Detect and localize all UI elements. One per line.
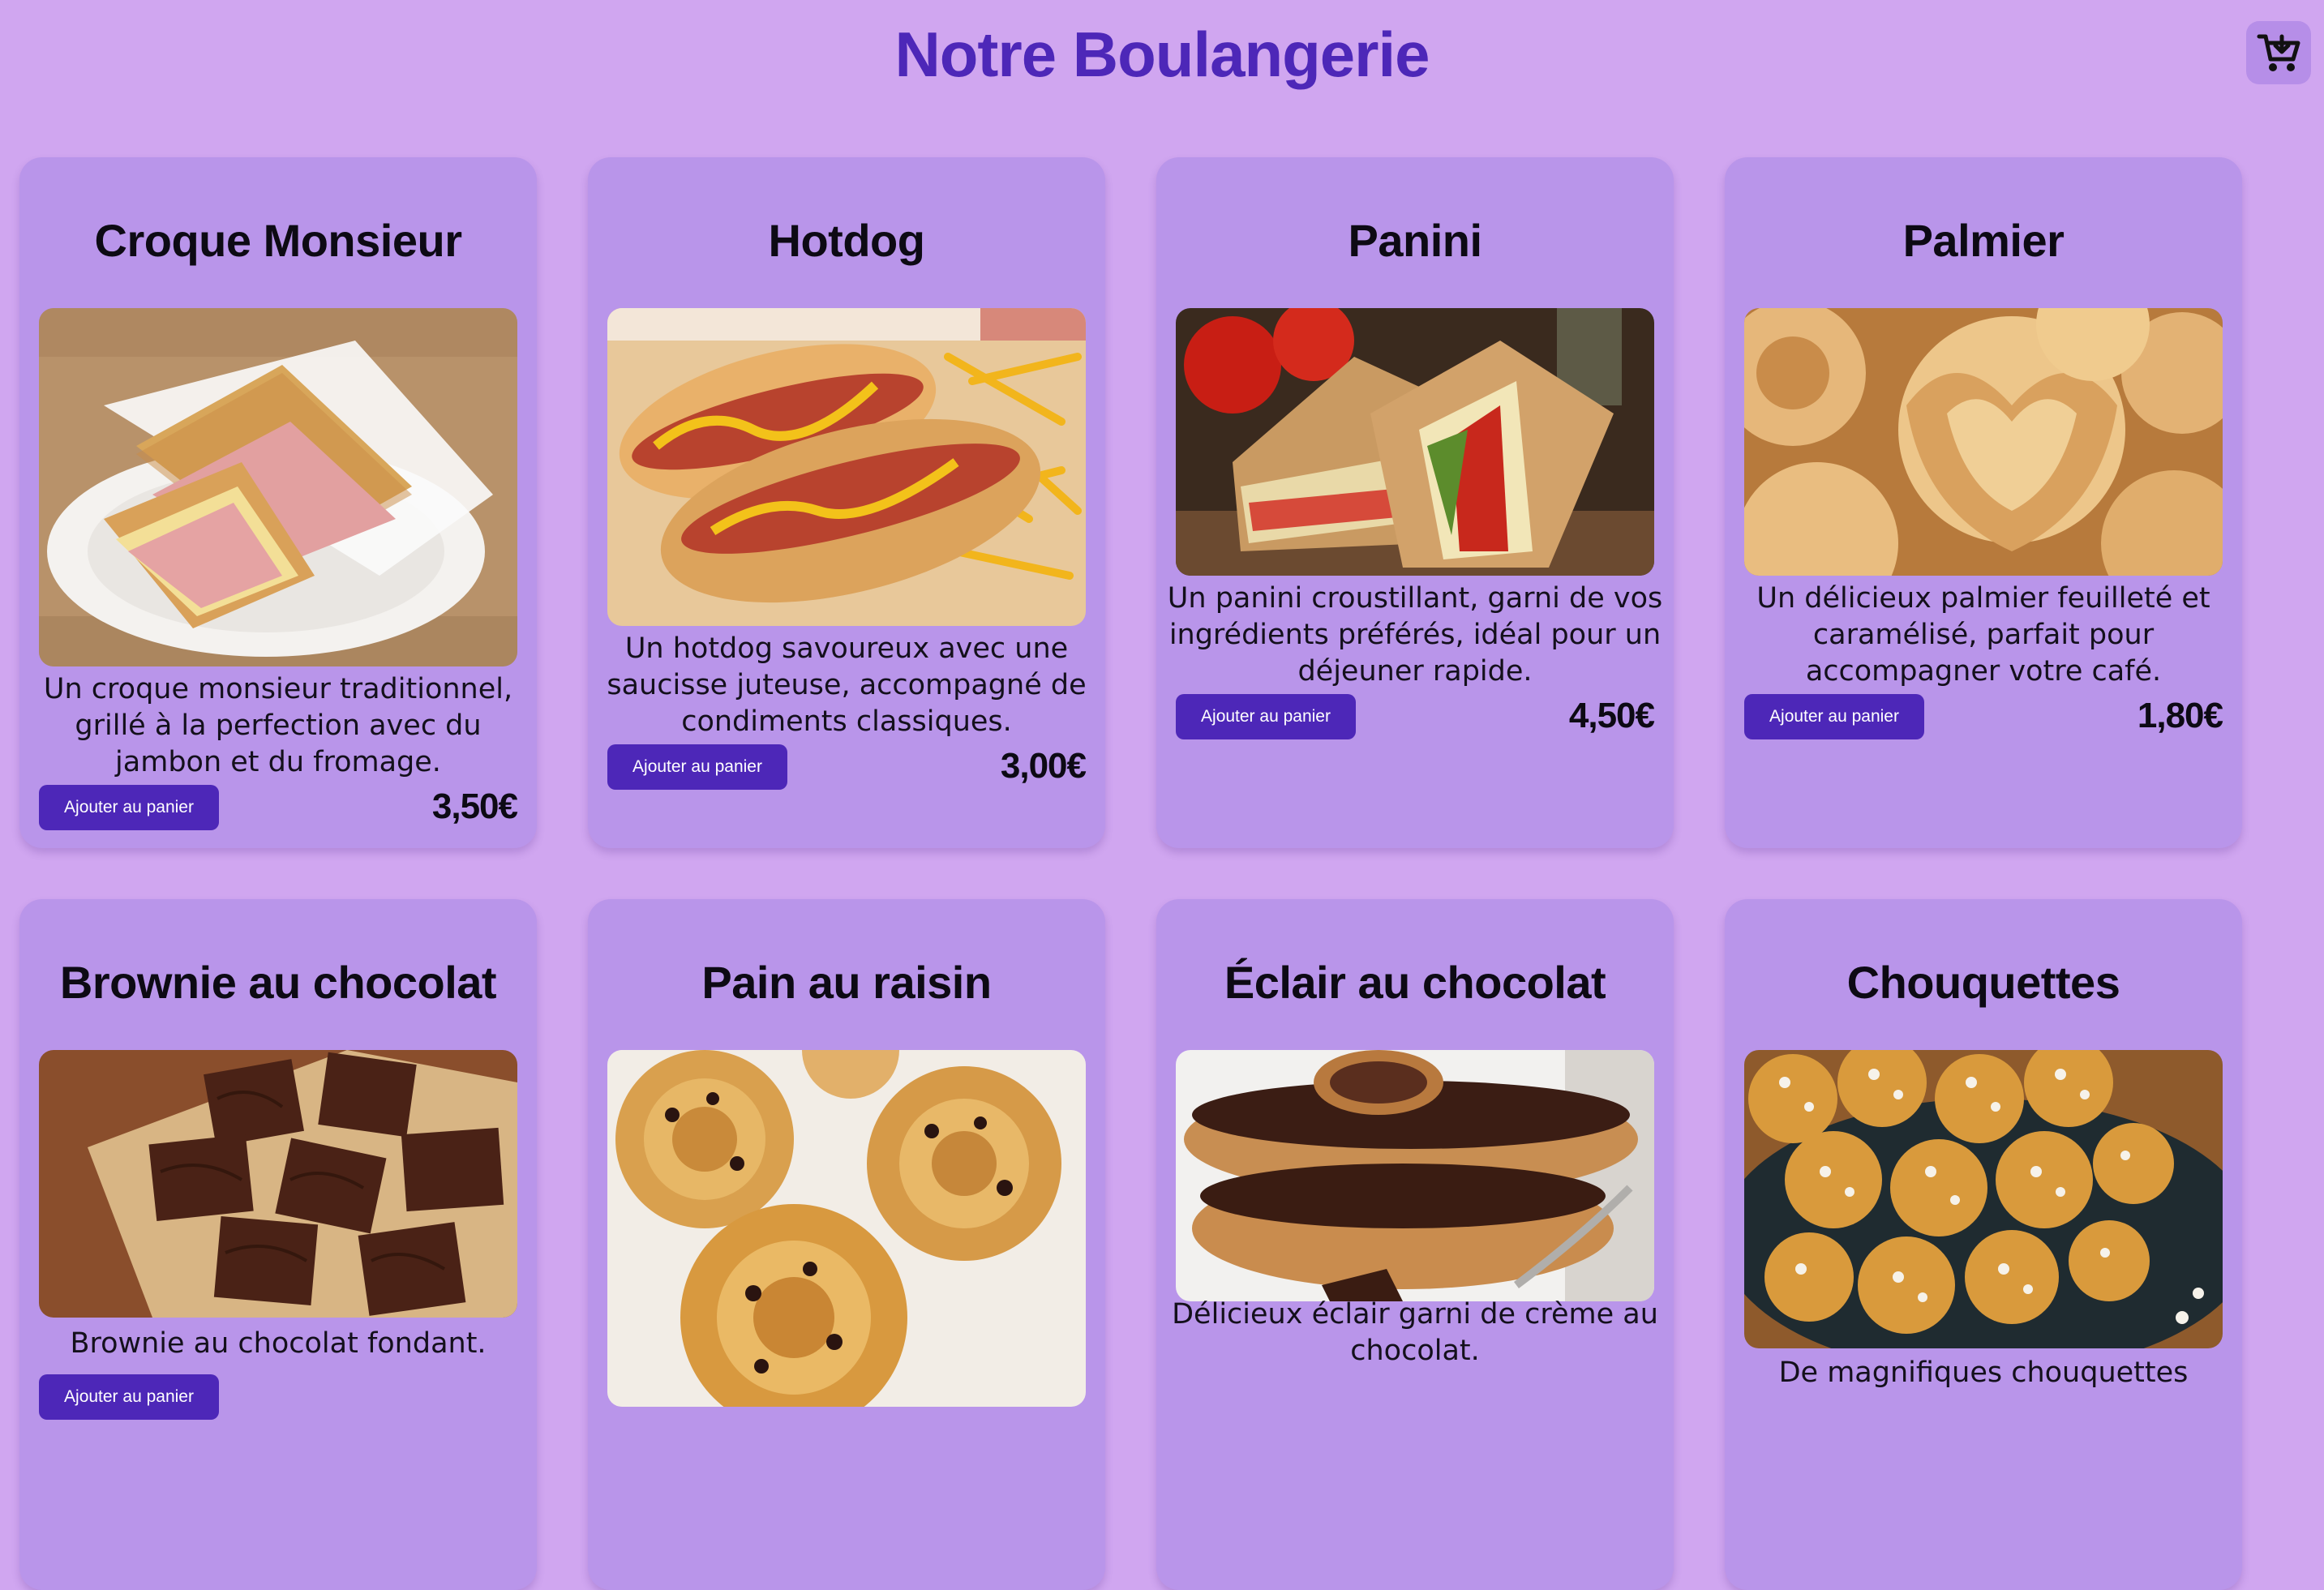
pain-au-raisin-photo xyxy=(607,1050,1086,1407)
product-description: Brownie au chocolat fondant. xyxy=(70,1327,487,1360)
product-name: Croque Monsieur xyxy=(94,215,462,266)
add-to-cart-button[interactable]: Ajouter au panier xyxy=(1744,694,1924,739)
product-description: Un croque monsieur traditionnel, grillé … xyxy=(43,673,513,778)
product-name: Panini xyxy=(1348,215,1482,266)
chouquettes-photo xyxy=(1744,1050,2223,1348)
product-name: Palmier xyxy=(1902,215,2065,266)
product-name: Éclair au chocolat xyxy=(1224,957,1606,1008)
palmier-photo xyxy=(1744,308,2223,576)
product-name: Chouquettes xyxy=(1846,957,2120,1008)
product-description: Un panini croustillant, garni de vos ing… xyxy=(1167,582,1663,688)
product-card-chouquettes: Chouquettes De magnifiques chouquettes xyxy=(1725,899,2242,1590)
brownie-photo xyxy=(39,1050,517,1318)
shopping-cart-icon xyxy=(2257,34,2300,71)
product-card-palmier: Palmier Un délicieux palmier feuilleté e… xyxy=(1725,157,2242,848)
product-name: Pain au raisin xyxy=(701,957,992,1008)
croque-monsieur-photo xyxy=(39,308,517,666)
add-to-cart-button[interactable]: Ajouter au panier xyxy=(1176,694,1356,739)
product-description: De magnifiques chouquettes xyxy=(1778,1356,2189,1389)
product-description: Un délicieux palmier feuilleté et caramé… xyxy=(1756,582,2210,688)
add-to-cart-button[interactable]: Ajouter au panier xyxy=(607,744,787,790)
page-header: Notre Boulangerie xyxy=(0,0,2324,122)
product-card-panini: Panini Un panini croustillant, garni de … xyxy=(1156,157,1674,848)
product-price: 1,80€ xyxy=(2137,696,2223,735)
product-price: 3,50€ xyxy=(431,786,518,826)
product-card-eclair: Éclair au chocolat Délicieux éclair garn… xyxy=(1156,899,1674,1590)
product-card-hotdog: Hotdog Un hotdog savoureux avec une sauc… xyxy=(588,157,1105,848)
product-description: Un hotdog savoureux avec une saucisse ju… xyxy=(607,632,1087,738)
product-description: Délicieux éclair garni de crème au choco… xyxy=(1172,1298,1658,1367)
product-card-pain-au-raisin: Pain au raisin xyxy=(588,899,1105,1590)
product-name: Brownie au chocolat xyxy=(59,957,497,1008)
add-to-cart-button[interactable]: Ajouter au panier xyxy=(39,1374,219,1420)
product-name: Hotdog xyxy=(768,215,925,266)
product-card-croque-monsieur: Croque Monsieur Un croque monsieur tradi… xyxy=(19,157,537,848)
product-card-brownie: Brownie au chocolat Brownie au chocolat … xyxy=(19,899,537,1590)
hotdog-photo xyxy=(607,308,1086,626)
cart-button[interactable] xyxy=(2246,21,2311,84)
page-title: Notre Boulangerie xyxy=(894,19,1430,90)
panini-photo xyxy=(1176,308,1654,576)
product-price: 4,50€ xyxy=(1568,696,1655,735)
product-price: 3,00€ xyxy=(1000,746,1087,786)
eclair-photo xyxy=(1176,1050,1654,1301)
add-to-cart-button[interactable]: Ajouter au panier xyxy=(39,785,219,830)
